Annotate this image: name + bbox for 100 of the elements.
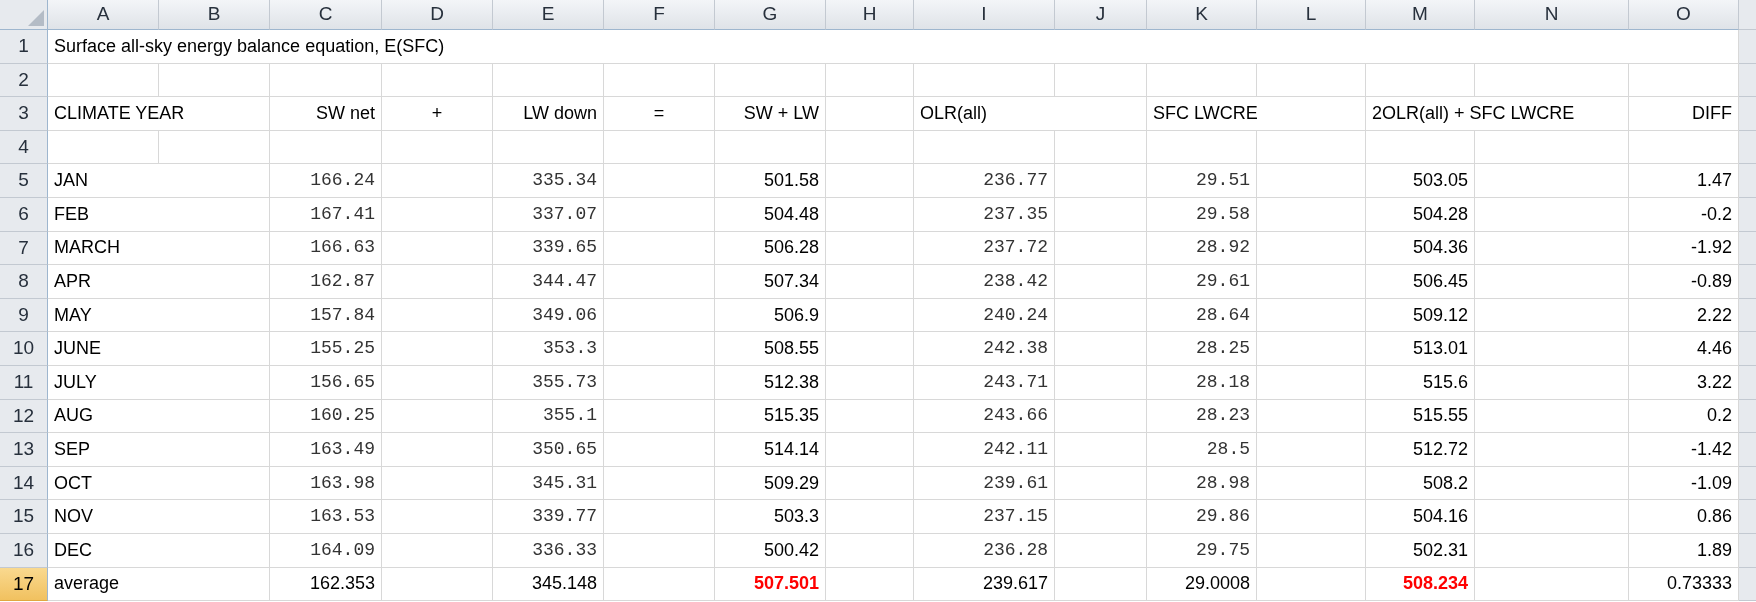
table-cell[interactable] bbox=[826, 466, 914, 501]
table-cell[interactable] bbox=[1257, 433, 1366, 467]
table-cell[interactable]: 349.06 bbox=[493, 298, 604, 333]
table-cell[interactable] bbox=[826, 567, 914, 602]
table-cell[interactable] bbox=[1475, 130, 1629, 165]
table-cell[interactable] bbox=[1055, 298, 1147, 333]
select-all-button[interactable] bbox=[0, 0, 48, 30]
table-cell[interactable] bbox=[382, 399, 493, 434]
table-cell[interactable]: 167.41 bbox=[270, 197, 382, 232]
row-header[interactable]: 15 bbox=[0, 500, 48, 534]
table-cell[interactable]: 28.25 bbox=[1147, 332, 1257, 366]
table-cell[interactable]: MARCH bbox=[48, 231, 270, 266]
table-cell[interactable]: JUNE bbox=[48, 332, 270, 366]
table-cell[interactable] bbox=[1257, 265, 1366, 299]
table-cell[interactable]: 155.25 bbox=[270, 332, 382, 366]
table-cell[interactable] bbox=[1055, 332, 1147, 366]
table-cell[interactable] bbox=[826, 365, 914, 400]
table-cell[interactable] bbox=[604, 567, 715, 602]
table-cell[interactable]: MAY bbox=[48, 298, 270, 333]
table-cell[interactable]: 163.53 bbox=[270, 500, 382, 534]
table-cell[interactable]: NOV bbox=[48, 500, 270, 534]
table-cell[interactable]: 166.63 bbox=[270, 231, 382, 266]
table-cell[interactable]: 355.1 bbox=[493, 399, 604, 434]
table-cell[interactable] bbox=[604, 164, 715, 198]
table-cell[interactable]: 513.01 bbox=[1366, 332, 1475, 366]
table-cell[interactable]: = bbox=[604, 97, 715, 131]
table-cell[interactable]: APR bbox=[48, 265, 270, 299]
table-cell[interactable]: OCT bbox=[48, 466, 270, 501]
table-cell[interactable]: 242.38 bbox=[914, 332, 1055, 366]
table-cell[interactable] bbox=[604, 365, 715, 400]
table-cell[interactable]: 28.18 bbox=[1147, 365, 1257, 400]
table-cell[interactable] bbox=[382, 567, 493, 602]
table-cell[interactable] bbox=[1475, 533, 1629, 568]
table-cell[interactable] bbox=[382, 365, 493, 400]
table-cell[interactable] bbox=[826, 298, 914, 333]
table-cell[interactable] bbox=[1475, 567, 1629, 602]
row-header[interactable]: 9 bbox=[0, 298, 48, 333]
table-cell[interactable]: 28.64 bbox=[1147, 298, 1257, 333]
table-cell[interactable]: 503.05 bbox=[1366, 164, 1475, 198]
table-cell[interactable]: 500.42 bbox=[715, 533, 826, 568]
table-cell[interactable] bbox=[1055, 399, 1147, 434]
column-header[interactable]: O bbox=[1629, 0, 1739, 30]
table-cell[interactable] bbox=[1475, 197, 1629, 232]
table-cell[interactable]: 237.35 bbox=[914, 197, 1055, 232]
table-cell[interactable] bbox=[826, 231, 914, 266]
table-cell[interactable]: 506.9 bbox=[715, 298, 826, 333]
row-header[interactable]: 8 bbox=[0, 265, 48, 299]
table-cell[interactable]: 355.73 bbox=[493, 365, 604, 400]
row-header[interactable]: 5 bbox=[0, 164, 48, 198]
table-cell[interactable]: 509.12 bbox=[1366, 298, 1475, 333]
table-cell[interactable]: 502.31 bbox=[1366, 533, 1475, 568]
table-cell[interactable]: 344.47 bbox=[493, 265, 604, 299]
table-cell[interactable] bbox=[382, 130, 493, 165]
table-cell[interactable]: 243.66 bbox=[914, 399, 1055, 434]
table-cell[interactable]: 236.28 bbox=[914, 533, 1055, 568]
table-cell[interactable] bbox=[826, 433, 914, 467]
row-header[interactable]: 1 bbox=[0, 30, 48, 64]
table-cell[interactable] bbox=[1257, 298, 1366, 333]
table-cell[interactable] bbox=[1147, 130, 1257, 165]
table-cell[interactable] bbox=[1475, 164, 1629, 198]
table-cell[interactable]: 29.75 bbox=[1147, 533, 1257, 568]
table-cell[interactable] bbox=[826, 399, 914, 434]
table-cell[interactable] bbox=[159, 63, 270, 98]
column-header[interactable]: M bbox=[1366, 0, 1475, 30]
table-cell[interactable]: 503.3 bbox=[715, 500, 826, 534]
table-cell[interactable] bbox=[826, 332, 914, 366]
table-cell[interactable] bbox=[914, 63, 1055, 98]
table-cell[interactable] bbox=[48, 63, 159, 98]
table-cell[interactable] bbox=[826, 63, 914, 98]
table-cell[interactable]: JAN bbox=[48, 164, 270, 198]
row-header[interactable]: 12 bbox=[0, 399, 48, 434]
column-header[interactable]: I bbox=[914, 0, 1055, 30]
table-cell[interactable]: CLIMATE YEAR bbox=[48, 97, 270, 131]
table-cell[interactable]: + bbox=[382, 97, 493, 131]
table-cell[interactable] bbox=[604, 130, 715, 165]
table-cell[interactable] bbox=[826, 500, 914, 534]
table-cell[interactable]: average bbox=[48, 567, 270, 602]
table-cell[interactable] bbox=[1475, 63, 1629, 98]
table-cell[interactable] bbox=[493, 63, 604, 98]
table-cell[interactable] bbox=[1147, 63, 1257, 98]
table-cell[interactable] bbox=[604, 466, 715, 501]
column-header[interactable]: E bbox=[493, 0, 604, 30]
row-header[interactable]: 7 bbox=[0, 231, 48, 266]
table-cell[interactable] bbox=[826, 265, 914, 299]
table-cell[interactable] bbox=[826, 197, 914, 232]
table-cell[interactable] bbox=[1257, 567, 1366, 602]
table-cell[interactable] bbox=[604, 265, 715, 299]
row-header[interactable]: 6 bbox=[0, 197, 48, 232]
table-cell[interactable] bbox=[715, 63, 826, 98]
table-cell[interactable]: 335.34 bbox=[493, 164, 604, 198]
table-cell[interactable] bbox=[1475, 332, 1629, 366]
table-cell[interactable] bbox=[382, 63, 493, 98]
table-cell[interactable] bbox=[1257, 197, 1366, 232]
table-cell[interactable] bbox=[1257, 533, 1366, 568]
row-header[interactable]: 13 bbox=[0, 433, 48, 467]
table-cell[interactable]: 345.31 bbox=[493, 466, 604, 501]
table-cell[interactable] bbox=[270, 63, 382, 98]
table-cell[interactable]: 237.72 bbox=[914, 231, 1055, 266]
table-cell[interactable] bbox=[159, 130, 270, 165]
table-cell[interactable]: LW down bbox=[493, 97, 604, 131]
